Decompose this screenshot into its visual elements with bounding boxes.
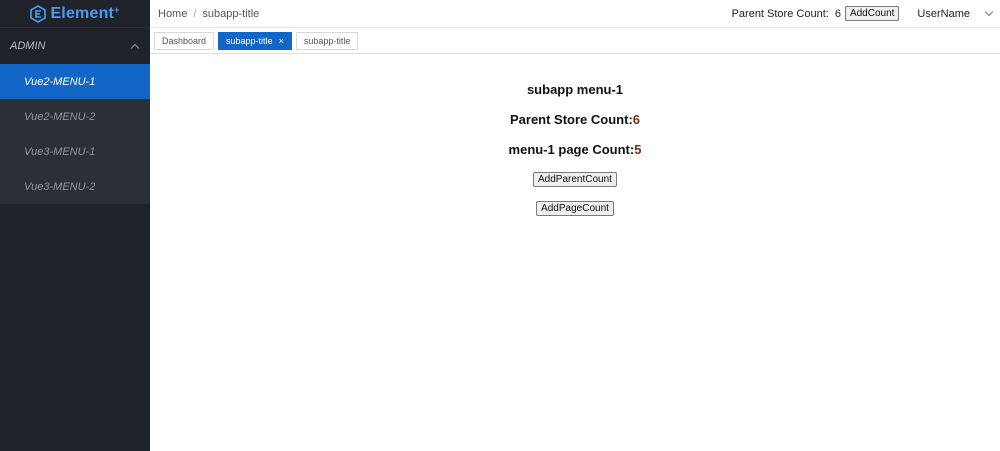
main-content: subapp menu-1 Parent Store Count:6 menu-…	[150, 55, 1000, 451]
page-count-label: menu-1 page Count:	[508, 142, 635, 157]
page-count-value: 5	[634, 142, 642, 157]
logo-text: Element+	[50, 4, 120, 22]
breadcrumb-current: subapp-title	[202, 7, 260, 20]
close-icon[interactable]: ×	[279, 36, 284, 46]
add-page-count-button[interactable]: AddPageCount	[536, 201, 614, 216]
header-right: Parent Store Count: 6 AddCount UserName	[731, 6, 994, 21]
menu-item-vue2-menu-1[interactable]: Vue2-MENU-1	[0, 64, 150, 99]
sidebar: Element+ ADMIN Vue2-MENU-1 Vue2-MENU-2 V…	[0, 0, 150, 451]
top-header: Home / subapp-title Parent Store Count: …	[150, 0, 1000, 28]
add-parent-count-button[interactable]: AddParentCount	[533, 172, 617, 187]
tab-subapp-title-active[interactable]: subapp-title ×	[218, 32, 292, 50]
menu-item-label: Vue2-MENU-1	[24, 75, 96, 88]
submenu: Vue2-MENU-1 Vue2-MENU-2 Vue3-MENU-1 Vue3…	[0, 64, 150, 204]
store-count-label: Parent Store Count:	[731, 7, 829, 20]
store-count-value: 6	[834, 7, 841, 20]
logo[interactable]: Element+	[0, 0, 150, 28]
parent-count-label: Parent Store Count:	[509, 112, 633, 127]
chevron-up-icon	[130, 43, 140, 52]
page-count: menu-1 page Count:5	[509, 142, 642, 158]
parent-store-count: Parent Store Count:6	[510, 112, 640, 128]
username-dropdown[interactable]: UserName	[917, 8, 970, 20]
add-count-button[interactable]: AddCount	[844, 6, 900, 21]
menu-item-label: Vue3-MENU-2	[24, 180, 96, 193]
menu-item-label: Vue2-MENU-2	[24, 110, 96, 123]
tab-label: Dashboard	[162, 36, 207, 46]
menu-item-vue3-menu-1[interactable]: Vue3-MENU-1	[0, 134, 150, 169]
tab-label: subapp-title	[303, 36, 351, 46]
menu-item-vue2-menu-2[interactable]: Vue2-MENU-2	[0, 99, 150, 134]
chevron-down-icon[interactable]	[984, 7, 994, 16]
menu-item-vue3-menu-2[interactable]: Vue3-MENU-2	[0, 169, 150, 204]
breadcrumb-home[interactable]: Home	[158, 8, 187, 20]
tab-subapp-title[interactable]: subapp-title	[295, 32, 359, 50]
parent-count-value: 6	[632, 112, 641, 127]
menu-group-label: ADMIN	[10, 40, 46, 52]
breadcrumb-separator: /	[193, 7, 197, 20]
page-title: subapp menu-1	[526, 82, 624, 97]
tab-dashboard[interactable]: Dashboard	[154, 32, 215, 50]
menu-item-label: Vue3-MENU-1	[24, 145, 96, 158]
menu-group-admin[interactable]: ADMIN	[0, 28, 150, 64]
tab-label: subapp-title	[226, 36, 273, 46]
element-logo-icon	[30, 4, 47, 23]
tabs-bar: Dashboard subapp-title × subapp-title	[150, 29, 1000, 54]
breadcrumb: Home / subapp-title	[158, 8, 259, 20]
